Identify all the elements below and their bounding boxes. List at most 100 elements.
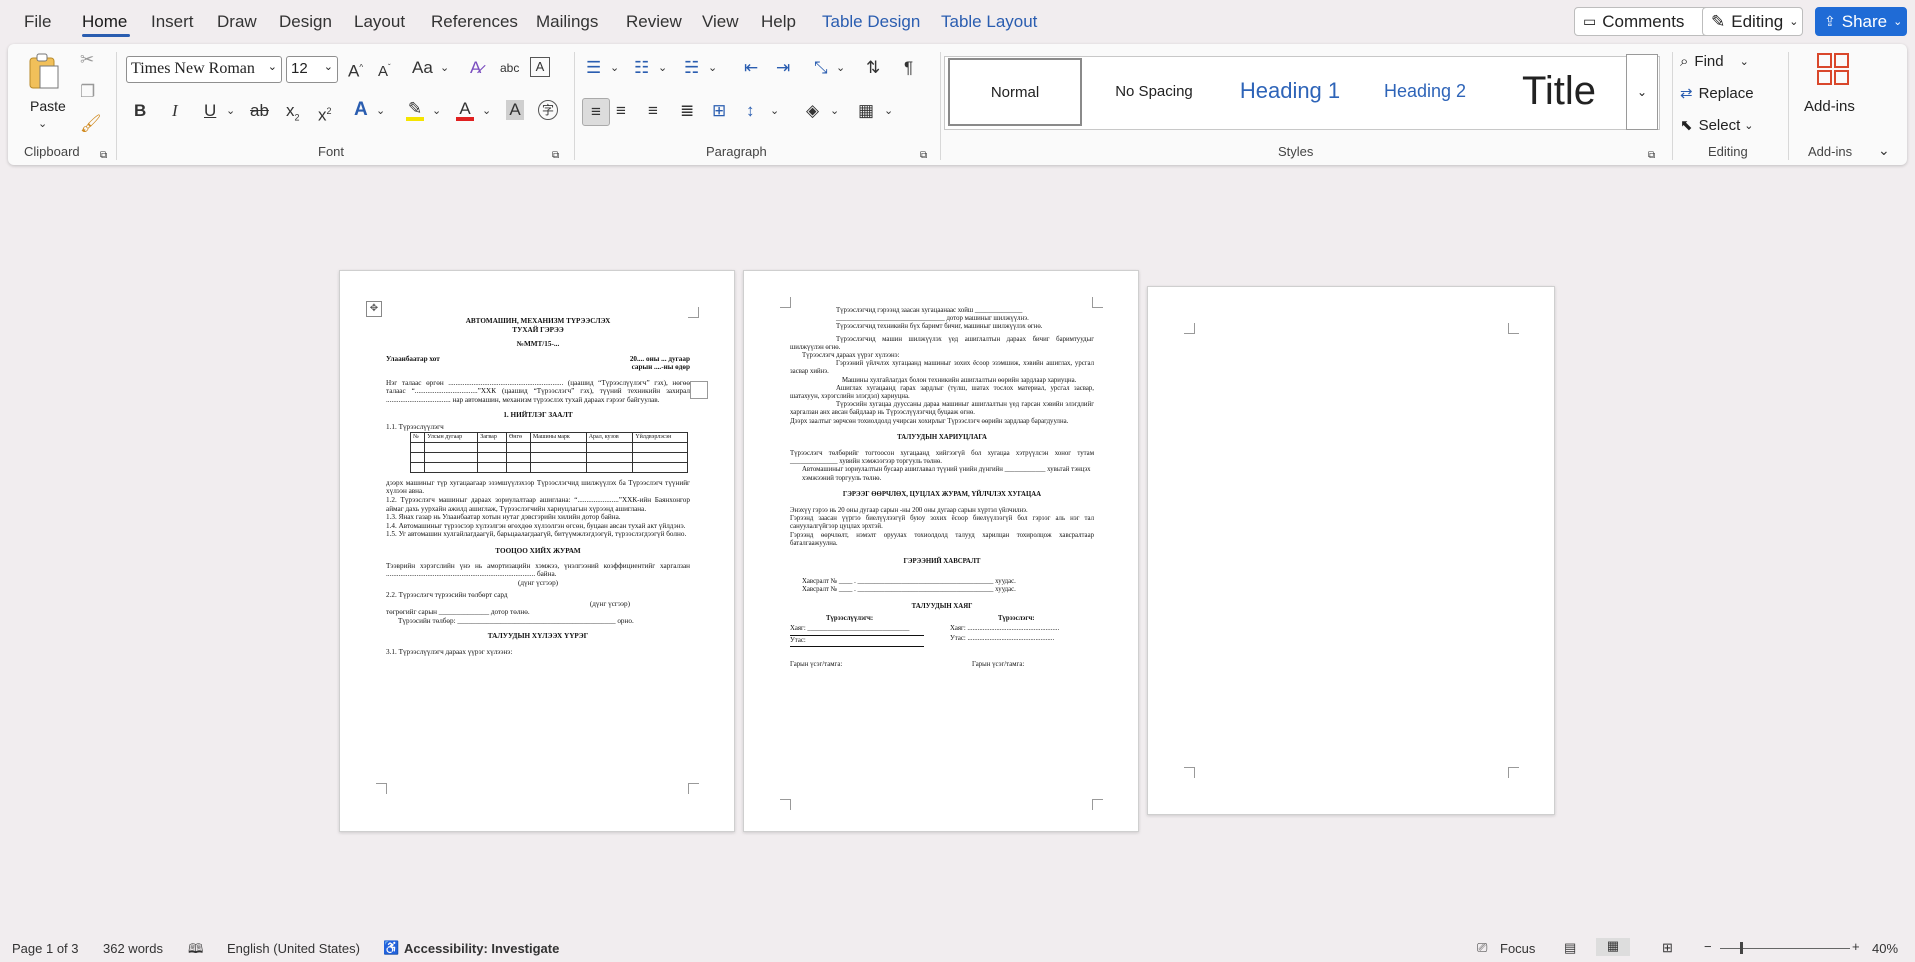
enclose-characters-icon[interactable]: 字 <box>538 100 558 120</box>
menu-table-layout[interactable]: Table Layout <box>941 12 1037 32</box>
table-cell[interactable] <box>409 441 426 453</box>
share-button[interactable]: ⇪ Share ⌄ <box>1815 7 1907 36</box>
dialog-launcher-icon[interactable]: ⧉ <box>920 146 927 166</box>
clear-formatting-icon[interactable]: A̷ <box>470 58 481 78</box>
font-color-icon[interactable]: A <box>456 99 474 121</box>
styles-more-button[interactable]: ⌄ <box>1626 54 1658 130</box>
chevron-down-icon[interactable]: ⌄ <box>770 101 779 121</box>
grow-font-icon[interactable]: A^ <box>348 58 363 82</box>
menu-file[interactable]: File <box>24 12 51 32</box>
style-heading-1[interactable]: Heading 1 <box>1222 56 1358 126</box>
document-page-2[interactable]: Түрээслэгчид гэрээнд заасан хугацаанаас … <box>743 270 1139 832</box>
shrink-font-icon[interactable]: Aˇ <box>378 58 391 82</box>
chevron-down-icon[interactable]: ⌄ <box>610 58 619 78</box>
document-page-1[interactable]: ✥ АВТОМАШИН, МЕХАНИЗМ ТҮРЭЭСЛЭХ ТУХАЙ ГЭ… <box>339 270 735 832</box>
format-painter-icon[interactable]: 🖌 <box>80 114 102 134</box>
menu-layout[interactable]: Layout <box>354 12 405 32</box>
chevron-down-icon[interactable]: ⌄ <box>708 58 717 78</box>
italic-icon[interactable]: I <box>172 101 178 121</box>
chevron-down-icon[interactable]: ⌄ <box>432 101 441 121</box>
table-cell[interactable] <box>585 451 634 463</box>
dialog-launcher-icon[interactable]: ⧉ <box>100 146 107 166</box>
justify-icon[interactable]: ≣ <box>680 101 694 121</box>
character-shading-icon[interactable]: A <box>506 100 524 120</box>
table-resize-handle[interactable] <box>690 381 708 399</box>
vehicle-table[interactable]: № Улсын дугаар Загвар Өнгө Машины марк А… <box>409 431 688 473</box>
sort-icon[interactable]: ⇅ <box>866 58 880 78</box>
dialog-launcher-icon[interactable]: ⧉ <box>1648 146 1655 166</box>
copy-icon[interactable]: ❐ <box>80 82 95 102</box>
style-normal[interactable]: Normal <box>948 58 1082 126</box>
proofing-icon[interactable]: 🕮 <box>188 940 203 962</box>
font-size-field[interactable]: 12 ⌄ <box>286 56 338 83</box>
table-cell[interactable] <box>409 461 426 473</box>
chevron-down-icon[interactable]: ⌄ <box>884 101 893 121</box>
line-spacing-icon[interactable]: ↕ <box>746 101 755 121</box>
menu-table-design[interactable]: Table Design <box>822 12 920 32</box>
style-no-spacing[interactable]: No Spacing <box>1086 56 1222 126</box>
menu-insert[interactable]: Insert <box>151 12 194 32</box>
numbering-icon[interactable]: ☷ <box>634 58 649 78</box>
text-effects-icon[interactable]: A <box>354 100 368 120</box>
document-page-3[interactable] <box>1147 286 1555 815</box>
table-cell[interactable] <box>409 451 426 463</box>
table-header-cell[interactable]: Улсын дугаар <box>424 431 479 443</box>
word-count[interactable]: 362 words <box>103 941 163 956</box>
chevron-down-icon[interactable]: ⌄ <box>440 58 449 78</box>
chevron-down-icon[interactable]: ⌄ <box>38 114 47 134</box>
menu-references[interactable]: References <box>431 12 518 32</box>
bold-icon[interactable]: B <box>134 101 146 121</box>
table-cell[interactable] <box>632 461 688 473</box>
table-cell[interactable] <box>477 451 507 463</box>
bullets-icon[interactable]: ☰ <box>586 58 601 78</box>
table-header-cell[interactable]: Машины марк <box>529 431 587 443</box>
chevron-down-icon[interactable]: ⌄ <box>830 101 839 121</box>
zoom-out-icon[interactable]: − <box>1704 939 1712 954</box>
distributed-icon[interactable]: ⊞ <box>712 101 726 121</box>
phonetic-guide-icon[interactable]: abc <box>500 58 519 78</box>
shading-icon[interactable]: ◈ <box>806 101 819 121</box>
menu-home[interactable]: Home <box>82 12 127 32</box>
print-layout-icon[interactable]: ▦ <box>1596 938 1630 956</box>
menu-view[interactable]: View <box>702 12 739 32</box>
zoom-in-icon[interactable]: + <box>1852 939 1860 954</box>
page-count[interactable]: Page 1 of 3 <box>12 941 79 956</box>
chevron-down-icon[interactable]: ⌄ <box>658 58 667 78</box>
focus-button[interactable]: Focus <box>1500 941 1535 956</box>
character-border-icon[interactable]: A <box>530 57 550 77</box>
table-header-cell[interactable]: Өнгө <box>505 431 531 443</box>
table-cell[interactable] <box>632 441 688 453</box>
menu-design[interactable]: Design <box>279 12 332 32</box>
read-mode-icon[interactable]: ▤ <box>1564 940 1576 956</box>
table-cell[interactable] <box>505 461 531 473</box>
decrease-indent-icon[interactable]: ⇤ <box>744 58 758 78</box>
zoom-slider-thumb[interactable] <box>1740 942 1743 954</box>
chevron-down-icon[interactable]: ⌄ <box>226 101 235 121</box>
subscript-icon[interactable]: x2 <box>286 101 300 127</box>
cut-icon[interactable]: ✂ <box>80 50 94 70</box>
align-left-icon[interactable]: ≡ <box>582 98 610 126</box>
chevron-down-icon[interactable]: ⌄ <box>836 58 845 78</box>
increase-indent-icon[interactable]: ⇥ <box>776 58 790 78</box>
table-cell[interactable] <box>424 451 479 463</box>
chevron-down-icon[interactable]: ⌄ <box>376 101 385 121</box>
table-header-cell[interactable]: Үйлдвэрлэсэн <box>632 431 688 443</box>
menu-mailings[interactable]: Mailings <box>536 12 598 32</box>
addins-button[interactable]: Add-ins <box>1804 50 1864 134</box>
align-right-icon[interactable]: ≡ <box>648 101 658 121</box>
web-layout-icon[interactable]: ⊞ <box>1662 940 1673 956</box>
superscript-icon[interactable]: x2 <box>318 101 332 126</box>
table-cell[interactable] <box>529 451 587 463</box>
style-heading-2[interactable]: Heading 2 <box>1358 56 1492 126</box>
table-cell[interactable] <box>477 461 507 473</box>
zoom-level[interactable]: 40% <box>1872 941 1898 956</box>
dialog-launcher-icon[interactable]: ⧉ <box>552 146 559 166</box>
table-cell[interactable] <box>529 441 587 453</box>
table-cell[interactable] <box>477 441 507 453</box>
collapse-ribbon-icon[interactable]: ⌄ <box>1878 140 1890 160</box>
text-direction-icon[interactable]: ⤡ <box>814 58 828 78</box>
table-cell[interactable] <box>529 461 587 473</box>
strikethrough-icon[interactable]: ab <box>250 101 269 121</box>
language-indicator[interactable]: English (United States) <box>227 941 360 956</box>
accessibility-status[interactable]: Accessibility: Investigate <box>404 941 559 956</box>
